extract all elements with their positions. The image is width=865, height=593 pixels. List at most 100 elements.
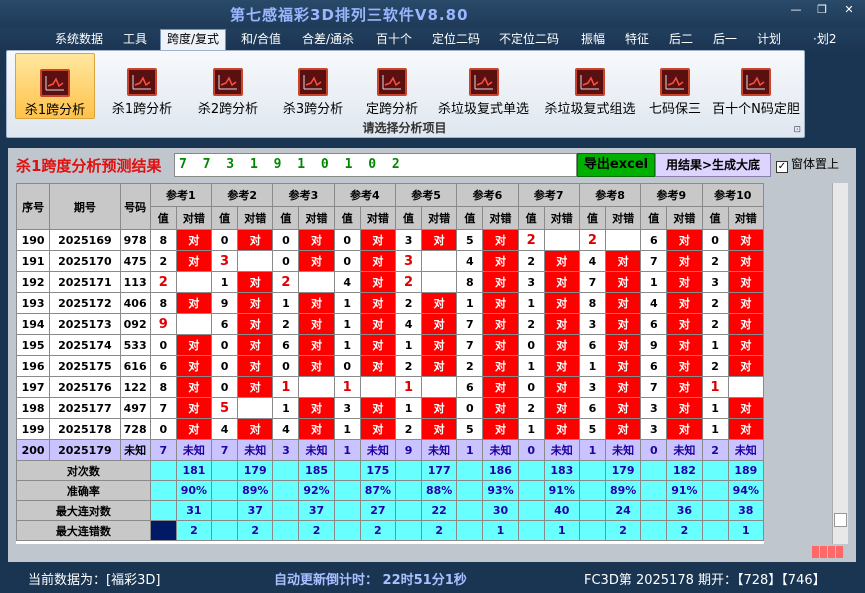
- chart-icon: [127, 68, 157, 96]
- seq-cell: 196: [16, 355, 51, 377]
- value-cell: 9: [149, 313, 177, 335]
- stat-spacer: [456, 500, 484, 521]
- table-row[interactable]: 197 2025176 122 8 对 0 对 1 1 1 6 对 0 对 3 对 7 对 1: [16, 376, 764, 398]
- unknown-value-cell: 7: [211, 439, 239, 461]
- generate-base-button[interactable]: 用结果>生成大底: [655, 153, 771, 177]
- hit-cell: [359, 376, 396, 398]
- ribbon-button-8[interactable]: 百十个N码定胆: [707, 53, 805, 119]
- code-cell: 728: [119, 418, 151, 440]
- chart-icon: [575, 68, 605, 96]
- value-cell: 1: [333, 334, 361, 356]
- issue-cell: 2025175: [49, 355, 121, 377]
- value-cell: 3: [517, 271, 545, 293]
- vertical-scrollbar[interactable]: [832, 183, 848, 544]
- hit-cell: 对: [482, 334, 519, 356]
- hit-cell: 对: [421, 292, 458, 314]
- value-cell: 1: [394, 397, 423, 419]
- menu-item-12[interactable]: 计划: [757, 30, 781, 49]
- hit-cell: [605, 229, 642, 251]
- value-cell: 1: [333, 313, 361, 335]
- ribbon-button-6[interactable]: 杀垃圾复式组选: [537, 53, 643, 119]
- issue-cell: 2025177: [49, 397, 121, 419]
- chart-icon: [213, 68, 243, 96]
- stat-spacer: [394, 460, 423, 481]
- checkbox-icon[interactable]: ✓: [776, 161, 788, 173]
- export-excel-button[interactable]: 导出excel: [577, 153, 655, 177]
- menu-item-2[interactable]: 跨度/复式: [160, 29, 227, 50]
- hit-cell: 对: [605, 397, 642, 419]
- value-cell: 5: [456, 229, 484, 251]
- value-cell: 0: [333, 229, 361, 251]
- ribbon-button-4[interactable]: 定跨分析: [357, 53, 427, 119]
- hit-cell: 对: [237, 334, 274, 356]
- seq-cell: 200: [16, 439, 51, 461]
- menu-item-9[interactable]: 特征: [625, 30, 649, 49]
- table-row[interactable]: 194 2025173 092 9 6 对 2 对 1 对 4 对 7 对 2 对 3 对 6 对 2 对: [16, 313, 764, 335]
- ribbon-button-5[interactable]: 杀垃圾复式单选: [432, 53, 535, 119]
- value-cell: 1: [701, 397, 729, 419]
- menu-item-6[interactable]: 定位二码: [432, 30, 480, 49]
- value-subheader: 值: [578, 206, 607, 230]
- table-row[interactable]: 195 2025174 533 0 对 0 对 6 对 1 对 1 对 7 对 0 对 6 对 9 对 1 对: [16, 334, 764, 356]
- stat-spacer: [701, 500, 729, 521]
- stat-value-cell: 183: [543, 460, 580, 481]
- stat-row: 最大连错数 2 2 2 2 2 1 1 2 2 1: [16, 520, 764, 541]
- table-row[interactable]: 193 2025172 406 8 对 9 对 1 对 1 对 2 对 1 对 1 对 8 对 4 对 2 对: [16, 292, 764, 314]
- hit-cell: 对: [298, 292, 335, 314]
- stat-value-cell: 89%: [605, 480, 642, 501]
- hit-cell: 对: [727, 418, 764, 440]
- scrollbar-thumb[interactable]: [834, 513, 847, 527]
- ribbon-button-1[interactable]: 杀1跨分析: [101, 53, 183, 119]
- menu-item-11[interactable]: 后一: [713, 30, 737, 49]
- minimize-icon[interactable]: —: [787, 3, 805, 16]
- value-cell: 8: [149, 229, 177, 251]
- ribbon-button-3[interactable]: 杀3跨分析: [272, 53, 354, 119]
- menu-item-10[interactable]: 后二: [669, 30, 693, 49]
- ribbon-button-2[interactable]: 杀2跨分析: [187, 53, 269, 119]
- stat-value-cell: 2: [237, 520, 274, 541]
- value-cell: 7: [640, 250, 668, 272]
- table-row[interactable]: 192 2025171 113 2 1 对 2 4 对 2 8 对 3 对 7 对 1 对 3 对: [16, 271, 764, 293]
- seq-cell: 194: [16, 313, 51, 335]
- table-row[interactable]: 191 2025170 475 2 对 3 0 对 0 对 3 4 对 2 对 4 对 7 对 2 对: [16, 250, 764, 272]
- hit-cell: 对: [359, 355, 396, 377]
- close-icon[interactable]: ✕: [840, 3, 858, 16]
- value-cell: 1: [701, 334, 729, 356]
- menu-item-13[interactable]: ·划2: [813, 30, 836, 49]
- table-row[interactable]: 196 2025175 616 6 对 0 对 0 对 0 对 2 对 2 对 1 对 1 对 6 对 2 对: [16, 355, 764, 377]
- code-cell: 475: [119, 250, 151, 272]
- hit-cell: 对: [666, 292, 703, 314]
- stat-value-cell: 87%: [359, 480, 396, 501]
- ribbon-expand-icon[interactable]: ⊡: [793, 125, 801, 135]
- menu-item-8[interactable]: 振幅: [581, 30, 605, 49]
- issue-cell: 2025174: [49, 334, 121, 356]
- result-box[interactable]: 7 7 3 1 9 1 0 1 0 2: [174, 153, 577, 177]
- value-cell: 0: [517, 334, 545, 356]
- unknown-row[interactable]: 200 2025179 未知 7 未知 7 未知 3 未知 1 未知 9 未知 1 未知 0 未知 1 未知 0 未知 2…: [16, 439, 764, 461]
- stat-value-cell: 186: [482, 460, 519, 481]
- unknown-hit-cell: 未知: [666, 439, 703, 461]
- menu-item-5[interactable]: 百十个: [376, 30, 412, 49]
- value-cell: 6: [578, 334, 607, 356]
- maximize-icon[interactable]: ❐: [813, 3, 831, 16]
- col-code-header: 号码: [119, 183, 151, 230]
- stat-spacer: [578, 500, 607, 521]
- table-row[interactable]: 199 2025178 728 0 对 4 对 4 对 1 对 2 对 5 对 1 对 5 对 3 对 1 对: [16, 418, 764, 440]
- ribbon-button-0[interactable]: 杀1跨分析: [15, 53, 95, 119]
- menu-item-4[interactable]: 合差/通杀: [302, 30, 354, 49]
- value-cell: 6: [578, 397, 607, 419]
- ribbon-button-7[interactable]: 七码保三: [644, 53, 706, 119]
- menu-item-1[interactable]: 工具: [123, 30, 147, 49]
- menu-item-7[interactable]: 不定位二码: [499, 30, 559, 49]
- value-cell: 0: [701, 229, 729, 251]
- menu-item-3[interactable]: 和/合值: [241, 30, 281, 49]
- hit-cell: 对: [421, 355, 458, 377]
- table-row[interactable]: 198 2025177 497 7 对 5 1 对 3 对 1 对 0 对 2 对 6 对 3 对 1 对: [16, 397, 764, 419]
- hit-cell: 对: [605, 250, 642, 272]
- menu-item-0[interactable]: 系统数据: [55, 30, 103, 49]
- stat-value-cell: 2: [666, 520, 703, 541]
- topmost-checkbox[interactable]: ✓ 窗体置上: [776, 155, 839, 173]
- stat-spacer: [701, 480, 729, 501]
- table-row[interactable]: 190 2025169 978 8 对 0 对 0 对 0 对 3 对 5 对 2 2 6 对 0 对: [16, 229, 764, 251]
- hit-cell: [727, 376, 764, 398]
